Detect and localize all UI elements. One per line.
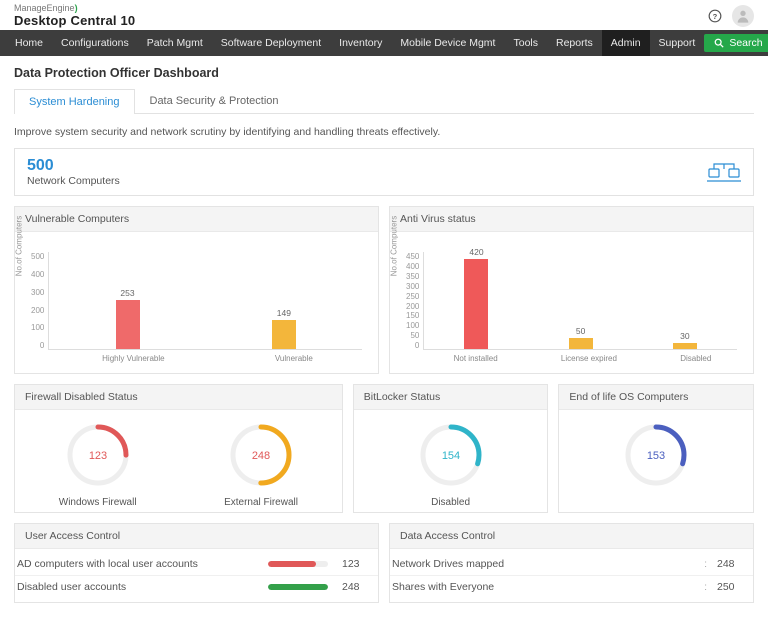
- tab-data-security-protection[interactable]: Data Security & Protection: [135, 88, 294, 113]
- nav-item-inventory[interactable]: Inventory: [330, 30, 391, 56]
- nav-item-configurations[interactable]: Configurations: [52, 30, 138, 56]
- primary-nav: HomeConfigurationsPatch MgmtSoftware Dep…: [0, 30, 768, 56]
- bar-license-expired[interactable]: 50: [569, 326, 593, 349]
- bar-disabled[interactable]: 30: [673, 331, 697, 349]
- nav-item-tools[interactable]: Tools: [504, 30, 547, 56]
- panel-title: Firewall Disabled Status: [15, 385, 342, 410]
- svg-text:154: 154: [441, 450, 459, 462]
- nav-item-admin[interactable]: Admin: [602, 30, 650, 56]
- list-item[interactable]: Shares with Everyone:250: [390, 576, 753, 598]
- network-icon: [707, 159, 741, 186]
- dial-windows-firewall[interactable]: 123Windows Firewall: [59, 420, 137, 508]
- panel-title: Anti Virus status: [390, 207, 753, 232]
- nav-item-mobile-device-mgmt[interactable]: Mobile Device Mgmt: [391, 30, 504, 56]
- tab-system-hardening[interactable]: System Hardening: [14, 89, 135, 114]
- user-avatar[interactable]: [732, 5, 754, 27]
- panel-eol-os: End of life OS Computers 153: [558, 384, 754, 513]
- bar-vulnerable[interactable]: 149: [272, 308, 296, 349]
- search-button[interactable]: Search: [704, 34, 768, 52]
- panel-title: End of life OS Computers: [559, 385, 753, 410]
- page-title: Data Protection Officer Dashboard: [14, 66, 754, 80]
- svg-text:?: ?: [713, 12, 718, 21]
- panel-firewall-status: Firewall Disabled Status 123Windows Fire…: [14, 384, 343, 513]
- nav-item-support[interactable]: Support: [650, 30, 705, 56]
- svg-text:123: 123: [88, 450, 106, 462]
- panel-user-access-control: User Access Control AD computers with lo…: [14, 523, 379, 603]
- summary-value: 500: [27, 157, 120, 175]
- nav-item-reports[interactable]: Reports: [547, 30, 602, 56]
- svg-text:153: 153: [647, 450, 665, 462]
- bar-not-installed[interactable]: 420: [464, 247, 488, 349]
- panel-title: User Access Control: [15, 524, 378, 549]
- summary-card[interactable]: 500 Network Computers: [14, 148, 754, 196]
- bar-highly-vulnerable[interactable]: 253: [116, 288, 140, 349]
- panel-data-access-control: Data Access Control Network Drives mappe…: [389, 523, 754, 603]
- svg-text:248: 248: [252, 450, 270, 462]
- list-item[interactable]: Disabled user accounts248: [15, 576, 378, 598]
- dial-external-firewall[interactable]: 248External Firewall: [224, 420, 298, 508]
- product-logo: ManageEngine) Desktop Central 10: [14, 4, 135, 28]
- panel-title: Vulnerable Computers: [15, 207, 378, 232]
- panel-title: Data Access Control: [390, 524, 753, 549]
- panel-antivirus-status: Anti Virus status No.of Computers4504003…: [389, 206, 754, 374]
- list-item[interactable]: AD computers with local user accounts123: [15, 553, 378, 576]
- tab-bar: System HardeningData Security & Protecti…: [14, 88, 754, 114]
- help-icon[interactable]: ?: [708, 9, 722, 23]
- panel-bitlocker-status: BitLocker Status 154Disabled: [353, 384, 549, 513]
- dial-disabled[interactable]: 154Disabled: [416, 420, 486, 508]
- list-item[interactable]: Network Drives mapped:248: [390, 553, 753, 576]
- nav-item-software-deployment[interactable]: Software Deployment: [212, 30, 330, 56]
- nav-item-home[interactable]: Home: [6, 30, 52, 56]
- panel-title: BitLocker Status: [354, 385, 548, 410]
- dial-value[interactable]: 153: [621, 420, 691, 497]
- panel-vulnerable-computers: Vulnerable Computers No.of Computers5004…: [14, 206, 379, 374]
- page-description: Improve system security and network scru…: [14, 126, 754, 138]
- summary-label: Network Computers: [27, 175, 120, 187]
- nav-item-patch-mgmt[interactable]: Patch Mgmt: [138, 30, 212, 56]
